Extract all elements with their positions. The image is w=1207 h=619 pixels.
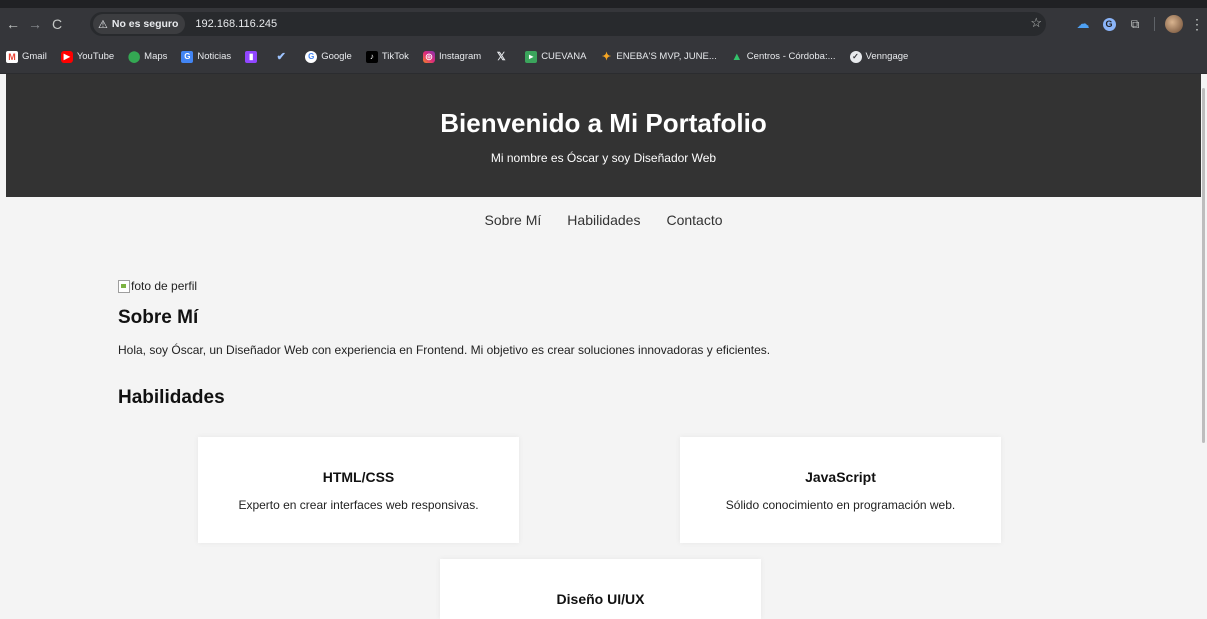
page-subtitle: Mi nombre es Óscar y soy Diseñador Web [490,151,717,165]
bookmark-eneba[interactable]: ✦ ENEBA'S MVP, JUNE... [600,51,717,63]
site-nav: Sobre Mí Habilidades Contacto [6,197,1201,243]
about-text: Hola, soy Óscar, un Diseñador Web con ex… [118,343,771,357]
nav-link-skills[interactable]: Habilidades [567,212,640,228]
bookmark-label: Gmail [22,51,47,62]
profile-avatar[interactable] [1161,8,1187,40]
warning-icon: ⚠ [98,18,108,31]
skill-card-html-css: HTML/CSS Experto en crear interfaces web… [198,437,519,543]
page-viewport: Bienvenido a Mi Portafolio Mi nombre es … [6,74,1201,619]
cloud-extension-icon[interactable]: ☁ [1070,8,1096,40]
skill-card-javascript: JavaScript Sólido conocimiento en progra… [680,437,1001,543]
bookmark-venngage[interactable]: ✓ Venngage [849,50,909,63]
toolbar-divider [1154,17,1155,31]
page-title: Bienvenido a Mi Portafolio [440,108,767,138]
scrollbar-thumb[interactable] [1202,88,1205,443]
bookmark-label: CUEVANA [541,51,587,62]
bookmark-label: YouTube [76,51,115,62]
site-header: Bienvenido a Mi Portafolio Mi nombre es … [6,74,1201,197]
main-content: foto de perfil Sobre Mí Hola, soy Óscar,… [6,279,1201,409]
bookmark-gmail[interactable]: M Gmail [6,50,47,63]
gmail-icon: M [6,50,18,63]
forward-button[interactable]: → [24,16,46,32]
skill-card-text: Experto en crear interfaces web responsi… [238,498,479,512]
security-label: No es seguro [111,18,179,30]
bookmark-centros[interactable]: ▲ Centros - Córdoba:... [731,50,836,63]
cuevana-icon: ▸ [525,50,538,63]
profile-image-broken: foto de perfil [118,279,1201,293]
page-scrollbar[interactable] [1201,74,1207,610]
google-icon: G [305,50,318,63]
toolbar-right: ☁ G ⧉ ⋮ [1070,8,1207,40]
news-icon: G [181,50,194,63]
bookmark-cuevana[interactable]: ▸ CUEVANA [525,50,587,63]
reload-button[interactable]: C [46,16,68,32]
bookmark-label: Instagram [438,51,482,62]
skill-card-title: JavaScript [805,469,876,485]
menu-kebab-icon[interactable]: ⋮ [1187,16,1207,33]
bookmark-star-icon[interactable]: ☆ [1030,15,1042,31]
skill-card-ui-ux: Diseño UI/UX [440,559,761,619]
twitch-icon: ▮ [245,50,258,63]
bookmark-x[interactable]: 𝕏 [495,51,511,63]
eneba-icon: ✦ [601,51,612,63]
skill-card-text: Sólido conocimiento en programación web. [725,498,956,512]
about-heading: Sobre Mí [118,307,199,328]
browser-top-strip [0,0,1207,8]
nav-link-about[interactable]: Sobre Mí [484,212,541,228]
bookmark-label: ENEBA'S MVP, JUNE... [616,51,717,62]
bookmark-twitch[interactable]: ▮ [245,50,261,63]
venngage-icon: ✓ [849,50,862,63]
bookmark-label: TikTok [381,51,409,62]
bookmark-label: Noticias [197,51,232,62]
security-chip[interactable]: ⚠ No es seguro [93,14,186,34]
instagram-icon: ◎ [422,50,435,63]
steam-icon: ✔ [276,51,286,63]
url-text[interactable]: 192.168.116.245 [195,18,277,30]
bookmark-google[interactable]: G Google [305,50,352,63]
bookmark-maps[interactable]: ⬤ Maps [128,51,167,63]
youtube-icon: ▶ [60,50,73,63]
centros-icon: ▲ [731,50,743,63]
nav-link-contact[interactable]: Contacto [666,212,722,228]
browser-toolbar: ← → C ⚠ No es seguro 192.168.116.245 ☆ ☁ … [0,8,1207,40]
bookmarks-bar: M Gmail ▶ YouTube ⬤ Maps G Noticias ▮ ✔ G Goo… [0,40,1207,74]
bookmark-label: Centros - Córdoba:... [746,51,836,62]
g-extension-icon[interactable]: G [1096,8,1122,40]
bookmark-steam[interactable]: ✔ [275,51,291,63]
bookmark-label: Google [321,51,352,62]
skills-heading: Habilidades [118,387,225,408]
maps-icon: ⬤ [128,51,141,63]
bookmark-youtube[interactable]: ▶ YouTube [60,50,115,63]
back-button[interactable]: ← [2,16,24,32]
bookmark-tiktok[interactable]: ♪ TikTok [365,50,409,63]
x-icon: 𝕏 [496,51,506,63]
broken-image-icon [118,279,130,293]
profile-image-alt: foto de perfil [131,279,198,293]
bookmark-label: Venngage [865,51,909,62]
bookmark-news[interactable]: G Noticias [181,50,232,63]
skill-card-title: Diseño UI/UX [556,591,645,607]
bookmark-instagram[interactable]: ◎ Instagram [422,50,482,63]
bookmark-label: Maps [144,51,168,62]
extensions-puzzle-icon[interactable]: ⧉ [1122,8,1148,40]
address-bar[interactable]: ⚠ No es seguro 192.168.116.245 ☆ [90,12,1046,36]
tiktok-icon: ♪ [365,50,378,63]
skill-card-title: HTML/CSS [322,469,395,485]
